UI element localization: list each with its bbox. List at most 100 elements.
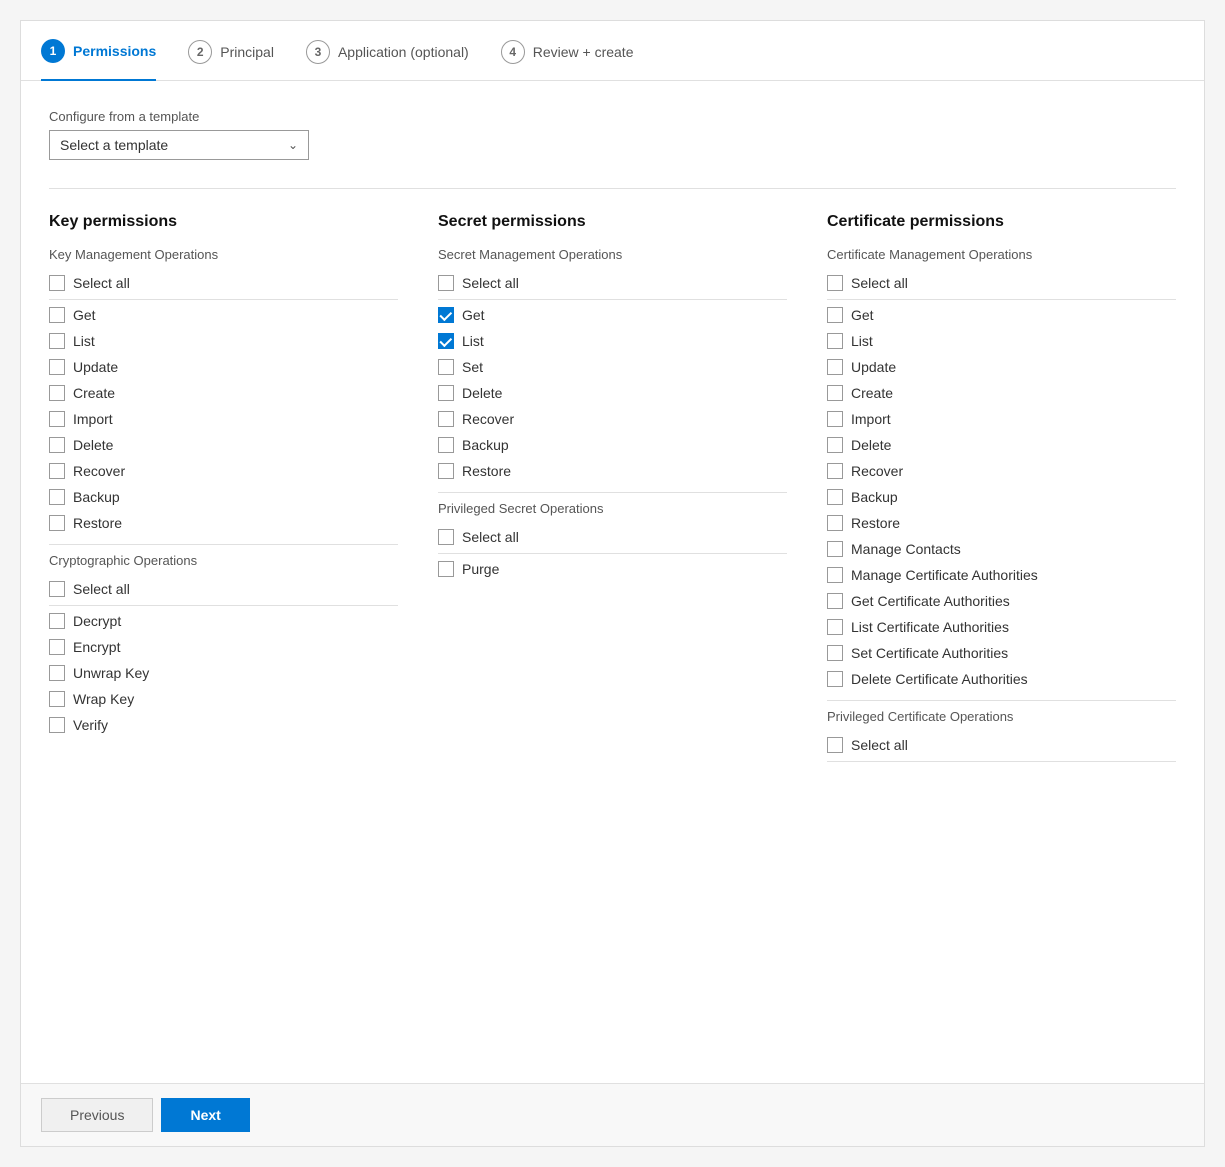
key-wrapkey-row[interactable]: Wrap Key [49, 686, 398, 712]
cert-management-group: Certificate Management Operations Select… [827, 247, 1176, 692]
key-encrypt-checkbox[interactable] [49, 639, 65, 655]
key-list-checkbox[interactable] [49, 333, 65, 349]
step-review[interactable]: 4 Review + create [501, 40, 634, 80]
secret-get-checkbox[interactable] [438, 307, 454, 323]
secret-restore-row[interactable]: Restore [438, 458, 787, 484]
secret-priv-select-all-row[interactable]: Select all [438, 524, 787, 554]
cert-set-ca-checkbox[interactable] [827, 645, 843, 661]
cert-manage-ca-row[interactable]: Manage Certificate Authorities [827, 562, 1176, 588]
cert-manage-contacts-checkbox[interactable] [827, 541, 843, 557]
cert-get-checkbox[interactable] [827, 307, 843, 323]
key-decrypt-row[interactable]: Decrypt [49, 608, 398, 634]
secret-delete-checkbox[interactable] [438, 385, 454, 401]
cert-backup-row[interactable]: Backup [827, 484, 1176, 510]
cert-priv-select-all-checkbox[interactable] [827, 737, 843, 753]
step-application[interactable]: 3 Application (optional) [306, 40, 469, 80]
cert-get-ca-row[interactable]: Get Certificate Authorities [827, 588, 1176, 614]
cert-delete-ca-checkbox[interactable] [827, 671, 843, 687]
cert-delete-checkbox[interactable] [827, 437, 843, 453]
key-restore-checkbox[interactable] [49, 515, 65, 531]
key-crypto-select-all-row[interactable]: Select all [49, 576, 398, 606]
step-permissions[interactable]: 1 Permissions [41, 39, 156, 81]
key-encrypt-row[interactable]: Encrypt [49, 634, 398, 660]
cert-manage-contacts-row[interactable]: Manage Contacts [827, 536, 1176, 562]
cert-recover-checkbox[interactable] [827, 463, 843, 479]
secret-set-checkbox[interactable] [438, 359, 454, 375]
cert-get-row[interactable]: Get [827, 302, 1176, 328]
cert-backup-checkbox[interactable] [827, 489, 843, 505]
key-list-row[interactable]: List [49, 328, 398, 354]
key-delete-checkbox[interactable] [49, 437, 65, 453]
cert-get-ca-checkbox[interactable] [827, 593, 843, 609]
key-select-all-row[interactable]: Select all [49, 270, 398, 300]
secret-priv-select-all-checkbox[interactable] [438, 529, 454, 545]
cert-update-row[interactable]: Update [827, 354, 1176, 380]
secret-restore-checkbox[interactable] [438, 463, 454, 479]
cert-recover-label: Recover [851, 463, 903, 479]
cert-manage-contacts-label: Manage Contacts [851, 541, 961, 557]
key-get-checkbox[interactable] [49, 307, 65, 323]
key-restore-row[interactable]: Restore [49, 510, 398, 536]
key-unwrapkey-checkbox[interactable] [49, 665, 65, 681]
previous-button[interactable]: Previous [41, 1098, 153, 1132]
cert-delete-ca-row[interactable]: Delete Certificate Authorities [827, 666, 1176, 692]
key-crypto-select-all-checkbox[interactable] [49, 581, 65, 597]
cert-list-ca-checkbox[interactable] [827, 619, 843, 635]
secret-backup-row[interactable]: Backup [438, 432, 787, 458]
secret-delete-row[interactable]: Delete [438, 380, 787, 406]
cert-restore-checkbox[interactable] [827, 515, 843, 531]
key-unwrapkey-row[interactable]: Unwrap Key [49, 660, 398, 686]
key-select-all-checkbox[interactable] [49, 275, 65, 291]
cert-restore-label: Restore [851, 515, 900, 531]
key-backup-row[interactable]: Backup [49, 484, 398, 510]
cert-select-all-checkbox[interactable] [827, 275, 843, 291]
key-delete-row[interactable]: Delete [49, 432, 398, 458]
key-recover-checkbox[interactable] [49, 463, 65, 479]
key-import-checkbox[interactable] [49, 411, 65, 427]
cert-create-checkbox[interactable] [827, 385, 843, 401]
cert-set-ca-row[interactable]: Set Certificate Authorities [827, 640, 1176, 666]
key-update-checkbox[interactable] [49, 359, 65, 375]
key-backup-checkbox[interactable] [49, 489, 65, 505]
cert-recover-row[interactable]: Recover [827, 458, 1176, 484]
key-create-row[interactable]: Create [49, 380, 398, 406]
secret-purge-row[interactable]: Purge [438, 556, 787, 582]
template-dropdown[interactable]: Select a template ⌄ [49, 130, 309, 160]
secret-restore-label: Restore [462, 463, 511, 479]
key-verify-row[interactable]: Verify [49, 712, 398, 738]
cert-import-checkbox[interactable] [827, 411, 843, 427]
secret-backup-checkbox[interactable] [438, 437, 454, 453]
key-import-row[interactable]: Import [49, 406, 398, 432]
next-button[interactable]: Next [161, 1098, 249, 1132]
cert-update-checkbox[interactable] [827, 359, 843, 375]
key-create-checkbox[interactable] [49, 385, 65, 401]
cert-manage-ca-checkbox[interactable] [827, 567, 843, 583]
cert-create-row[interactable]: Create [827, 380, 1176, 406]
secret-list-row[interactable]: List [438, 328, 787, 354]
step-principal[interactable]: 2 Principal [188, 40, 274, 80]
key-get-row[interactable]: Get [49, 302, 398, 328]
cert-list-checkbox[interactable] [827, 333, 843, 349]
cert-list-row[interactable]: List [827, 328, 1176, 354]
cert-restore-row[interactable]: Restore [827, 510, 1176, 536]
secret-recover-row[interactable]: Recover [438, 406, 787, 432]
cert-delete-row[interactable]: Delete [827, 432, 1176, 458]
key-verify-checkbox[interactable] [49, 717, 65, 733]
secret-get-row[interactable]: Get [438, 302, 787, 328]
cert-import-row[interactable]: Import [827, 406, 1176, 432]
key-wrapkey-checkbox[interactable] [49, 691, 65, 707]
secret-set-row[interactable]: Set [438, 354, 787, 380]
secret-select-all-row[interactable]: Select all [438, 270, 787, 300]
key-recover-row[interactable]: Recover [49, 458, 398, 484]
cert-list-ca-row[interactable]: List Certificate Authorities [827, 614, 1176, 640]
step2-label: Principal [220, 44, 274, 60]
cert-priv-select-all-row[interactable]: Select all [827, 732, 1176, 762]
secret-select-all-checkbox[interactable] [438, 275, 454, 291]
secret-recover-checkbox[interactable] [438, 411, 454, 427]
cert-select-all-row[interactable]: Select all [827, 270, 1176, 300]
secret-purge-checkbox[interactable] [438, 561, 454, 577]
key-decrypt-checkbox[interactable] [49, 613, 65, 629]
key-update-row[interactable]: Update [49, 354, 398, 380]
secret-list-checkbox[interactable] [438, 333, 454, 349]
secret-delete-label: Delete [462, 385, 502, 401]
